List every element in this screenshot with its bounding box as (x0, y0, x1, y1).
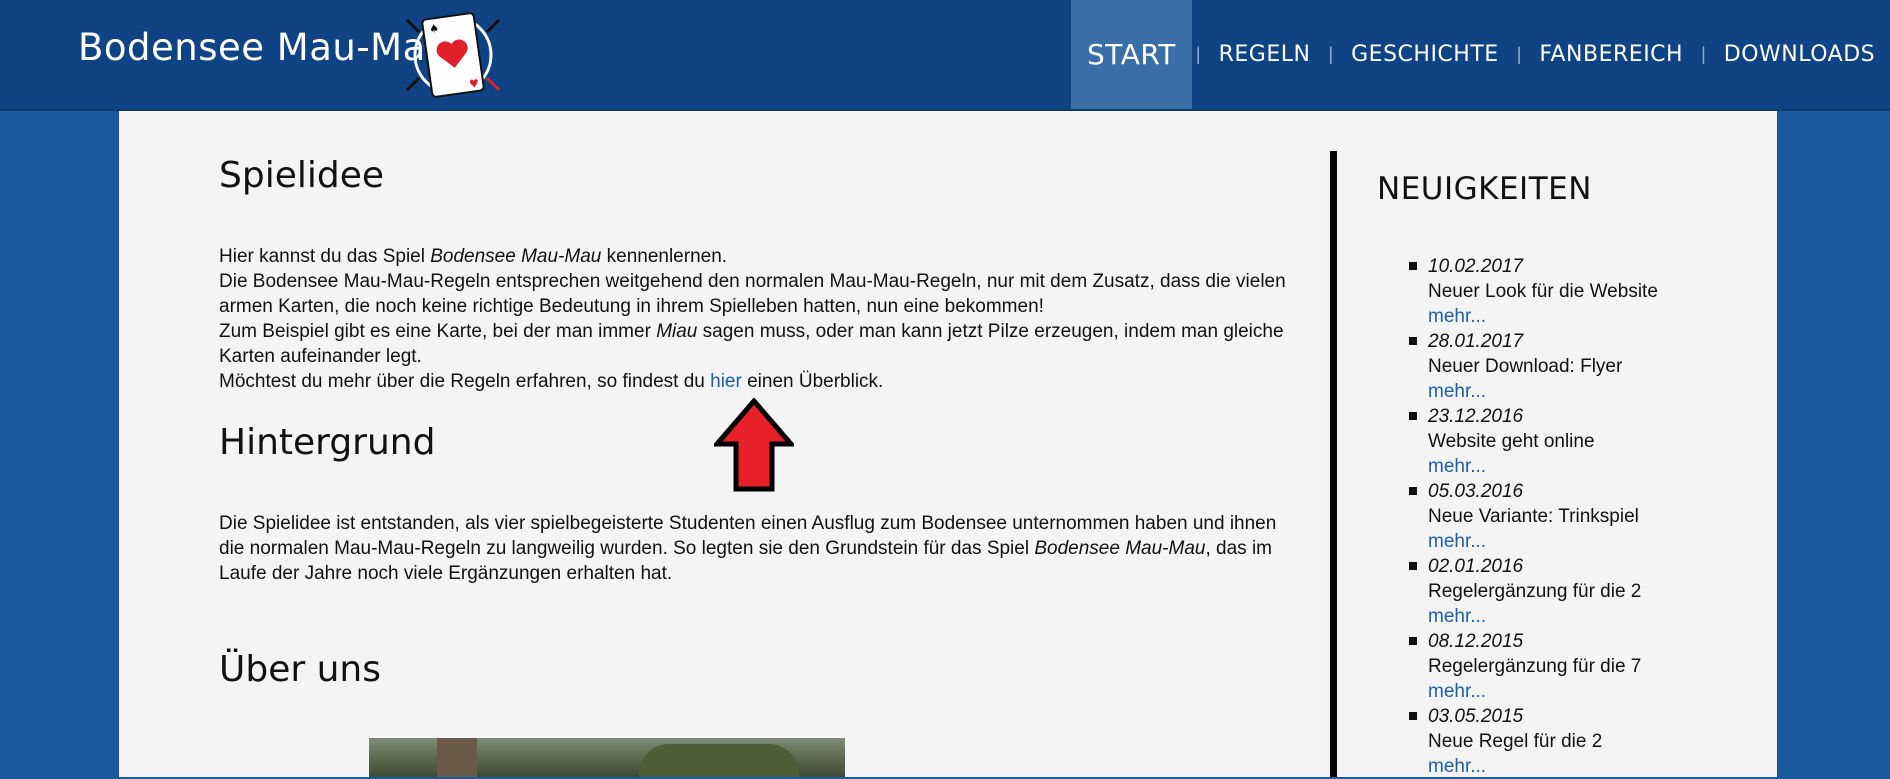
nav-geschichte[interactable]: GESCHICHTE (1337, 0, 1513, 109)
text-fragment: einen Überblick. (741, 371, 884, 392)
news-more-link[interactable]: mehr... (1428, 529, 1658, 554)
news-text: Regelergänzung für die 2 (1428, 581, 1642, 602)
bullet-icon (1409, 562, 1417, 570)
spielidee-text: Hier kannst du das Spiel Bodensee Mau-Ma… (219, 244, 1299, 394)
bullet-icon (1409, 262, 1417, 270)
news-date: 28.01.2017 (1428, 331, 1524, 352)
text-fragment: Hier kannst du das Spiel (219, 246, 431, 267)
svg-text:♥: ♥ (468, 77, 480, 91)
photo-tree-trunk (437, 738, 477, 777)
nav-separator: | (1701, 44, 1706, 64)
news-text: Neue Regel für die 2 (1428, 731, 1603, 752)
photo-foliage (639, 744, 799, 777)
nav-separator: | (1195, 44, 1201, 64)
news-more-link[interactable]: mehr... (1428, 754, 1658, 779)
news-date: 23.12.2016 (1428, 406, 1524, 427)
game-name-emphasis: Bodensee Mau-Mau (1034, 538, 1206, 559)
section-title-spielidee: Spielidee (219, 155, 385, 196)
bullet-icon (1409, 487, 1417, 495)
news-item: 05.03.2016 Neue Variante: Trinkspiel meh… (1377, 479, 1658, 554)
news-text: Regelergänzung für die 7 (1428, 656, 1642, 677)
bullet-icon (1409, 637, 1417, 645)
spielidee-line-rules: Die Bodensee Mau-Mau-Regeln entsprechen … (219, 271, 1286, 317)
news-date: 03.05.2015 (1428, 706, 1524, 727)
news-date: 10.02.2017 (1428, 256, 1524, 277)
playing-card-heart-icon[interactable]: ♠ ♥ (403, 10, 503, 100)
text-fragment: kennenlernen. (601, 246, 728, 267)
news-text: Neuer Look für die Website (1428, 281, 1658, 302)
team-photo (369, 738, 845, 777)
rules-link-hier[interactable]: hier (710, 371, 742, 392)
nav-separator: | (1328, 44, 1334, 64)
section-title-ueber-uns: Über uns (219, 649, 381, 690)
section-title-hintergrund: Hintergrund (219, 422, 436, 463)
text-fragment: Möchtest du mehr über die Regeln erfahre… (219, 371, 711, 392)
bullet-icon (1409, 337, 1417, 345)
sidebar-divider (1330, 151, 1337, 777)
news-item: 02.01.2016 Regelergänzung für die 2 mehr… (1377, 554, 1658, 629)
news-item: 10.02.2017 Neuer Look für die Website me… (1377, 254, 1658, 329)
text-fragment: Zum Beispiel gibt es eine Karte, bei der… (219, 321, 657, 342)
nav-regeln[interactable]: REGELN (1205, 0, 1325, 109)
up-arrow-icon (714, 398, 794, 492)
miau-emphasis: Miau (656, 321, 698, 342)
svg-text:♠: ♠ (428, 22, 440, 36)
game-name-emphasis: Bodensee Mau-Mau (430, 246, 602, 267)
bullet-icon (1409, 412, 1417, 420)
news-date: 05.03.2016 (1428, 481, 1524, 502)
news-text: Website geht online (1428, 431, 1595, 452)
news-list: 10.02.2017 Neuer Look für die Website me… (1377, 254, 1658, 779)
news-item: 28.01.2017 Neuer Download: Flyer mehr... (1377, 329, 1658, 404)
news-more-link[interactable]: mehr... (1428, 679, 1658, 704)
news-item: 08.12.2015 Regelergänzung für die 7 mehr… (1377, 629, 1658, 704)
news-more-link[interactable]: mehr... (1428, 604, 1658, 629)
news-item: 23.12.2016 Website geht online mehr... (1377, 404, 1658, 479)
main-nav: START | REGELN | GESCHICHTE | FANBEREICH… (1071, 0, 1889, 109)
content-panel: Spielidee Hier kannst du das Spiel Boden… (119, 111, 1777, 777)
news-date: 02.01.2016 (1428, 556, 1524, 577)
nav-downloads[interactable]: DOWNLOADS (1710, 0, 1889, 109)
bullet-icon (1409, 712, 1417, 720)
nav-fanbereich[interactable]: FANBEREICH (1525, 0, 1697, 109)
news-item: 03.05.2015 Neue Regel für die 2 mehr... (1377, 704, 1658, 779)
news-more-link[interactable]: mehr... (1428, 304, 1658, 329)
nav-start[interactable]: START (1071, 0, 1192, 109)
hintergrund-text: Die Spielidee ist entstanden, als vier s… (219, 511, 1299, 586)
site-title[interactable]: Bodensee Mau-Mau (78, 26, 450, 69)
news-text: Neuer Download: Flyer (1428, 356, 1623, 377)
site-header: Bodensee Mau-Mau ♠ ♥ START | REGELN | GE… (0, 0, 1890, 111)
news-date: 08.12.2015 (1428, 631, 1524, 652)
sidebar-title: NEUIGKEITEN (1377, 171, 1592, 207)
news-text: Neue Variante: Trinkspiel (1428, 506, 1639, 527)
news-more-link[interactable]: mehr... (1428, 379, 1658, 404)
nav-separator: | (1516, 44, 1522, 64)
news-more-link[interactable]: mehr... (1428, 454, 1658, 479)
